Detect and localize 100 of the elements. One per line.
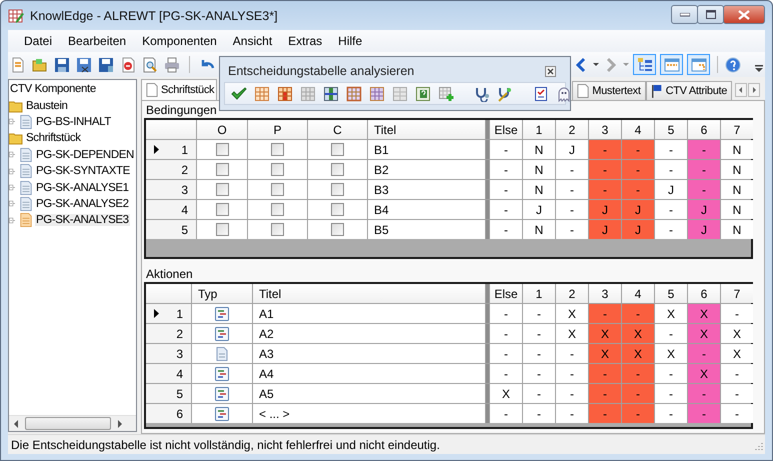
grid-icon[interactable] bbox=[254, 86, 270, 102]
menu-item[interactable]: Extras bbox=[280, 34, 330, 48]
table-cell: - bbox=[490, 344, 522, 363]
tree-item[interactable]: PG-SK-DEPENDEN bbox=[35, 148, 135, 161]
checkbox[interactable] bbox=[271, 203, 284, 216]
tree-item[interactable]: CTV Komponente bbox=[9, 83, 97, 96]
table-cell: X bbox=[688, 364, 720, 383]
maximize-button[interactable] bbox=[697, 5, 724, 24]
menu-item[interactable]: Komponenten bbox=[134, 34, 225, 48]
row-header[interactable]: 3 bbox=[146, 344, 191, 363]
row-header[interactable]: 2 bbox=[146, 160, 196, 179]
menu-item[interactable]: Ansicht bbox=[224, 34, 280, 48]
group-label: Bedingungen bbox=[145, 103, 218, 117]
table-cell: N bbox=[523, 140, 555, 159]
checkbox[interactable] bbox=[331, 143, 344, 156]
menu-item[interactable]: Bearbeiten bbox=[60, 34, 134, 48]
expander-icon[interactable] bbox=[9, 199, 15, 208]
tree-item[interactable]: PG-BS-INHALT bbox=[35, 116, 112, 128]
layout-button[interactable] bbox=[687, 54, 710, 75]
layout-icon bbox=[664, 56, 680, 72]
row-header[interactable]: 5 bbox=[146, 220, 196, 239]
row-header[interactable]: 6 bbox=[146, 404, 191, 423]
grid-add-icon[interactable] bbox=[438, 86, 454, 102]
table-cell: - bbox=[490, 364, 522, 383]
expander-icon[interactable] bbox=[9, 117, 15, 126]
tree-view-button[interactable] bbox=[633, 54, 656, 75]
row-header[interactable]: 1 bbox=[146, 304, 191, 323]
checkbox[interactable] bbox=[271, 163, 284, 176]
table-cell: - bbox=[490, 140, 522, 159]
save-icon[interactable] bbox=[54, 56, 70, 72]
tab[interactable]: CTV Attribute bbox=[646, 81, 732, 100]
checkbox[interactable] bbox=[331, 183, 344, 196]
grid-icon[interactable] bbox=[369, 86, 385, 102]
table-cell: N bbox=[721, 220, 753, 239]
minimize-button[interactable] bbox=[671, 5, 698, 24]
stethoscope-wand-icon[interactable] bbox=[497, 86, 513, 102]
row-header[interactable]: 2 bbox=[146, 324, 191, 343]
checklist-icon[interactable] bbox=[533, 86, 549, 102]
checkbox[interactable] bbox=[216, 223, 228, 236]
checkbox[interactable] bbox=[216, 163, 228, 176]
tree-item[interactable]: Schriftstück bbox=[25, 132, 82, 144]
checkbox[interactable] bbox=[216, 143, 228, 156]
checkbox[interactable] bbox=[216, 203, 228, 216]
checkbox[interactable] bbox=[271, 143, 284, 156]
overflow-icon[interactable] bbox=[755, 64, 763, 72]
row-header[interactable]: 4 bbox=[146, 200, 196, 219]
open-folder-icon[interactable] bbox=[32, 56, 48, 72]
row-number: 3 bbox=[176, 346, 183, 360]
checkbox[interactable] bbox=[271, 183, 284, 196]
row-header[interactable]: 3 bbox=[146, 180, 196, 199]
expander-icon[interactable] bbox=[9, 183, 15, 192]
tree-item[interactable]: PG-SK-ANALYSE3 bbox=[35, 214, 130, 226]
row-header[interactable]: 5 bbox=[146, 384, 191, 403]
checkbox[interactable] bbox=[271, 223, 284, 236]
tree-item[interactable]: PG-SK-ANALYSE1 bbox=[35, 182, 130, 194]
scroll-right-icon[interactable] bbox=[117, 420, 123, 428]
column-header: 7 bbox=[721, 284, 753, 303]
expander-icon[interactable] bbox=[9, 166, 15, 176]
tree-item[interactable]: PG-SK-SYNTAXTE bbox=[35, 165, 131, 178]
delete-icon[interactable] bbox=[120, 56, 136, 72]
horizontal-scrollbar[interactable] bbox=[9, 415, 136, 431]
help-icon[interactable] bbox=[725, 56, 741, 72]
printer-icon[interactable] bbox=[164, 56, 180, 72]
save-icon[interactable] bbox=[98, 56, 114, 72]
scroll-left-icon[interactable] bbox=[13, 420, 19, 428]
expander-icon[interactable] bbox=[9, 216, 15, 225]
table-cell: - bbox=[556, 160, 588, 179]
menu-item[interactable]: Hilfe bbox=[330, 34, 370, 48]
tab[interactable]: Mustertext bbox=[572, 81, 646, 100]
tab[interactable]: Schriftstück bbox=[141, 79, 218, 100]
close-icon[interactable] bbox=[545, 66, 556, 76]
table-cell: J bbox=[655, 180, 687, 199]
row-header[interactable]: 4 bbox=[146, 364, 191, 383]
row-number: 5 bbox=[176, 386, 183, 400]
folder-icon bbox=[9, 131, 23, 146]
ghost-icon[interactable] bbox=[556, 86, 572, 102]
preview-icon[interactable] bbox=[142, 56, 158, 72]
row-header[interactable]: 1 bbox=[146, 140, 196, 159]
caret-icon[interactable] bbox=[593, 62, 599, 66]
stethoscope-icon[interactable] bbox=[474, 86, 490, 102]
table-cell: - bbox=[622, 404, 654, 423]
expander-icon[interactable] bbox=[9, 150, 15, 160]
grid-icon[interactable] bbox=[346, 86, 362, 102]
close-button[interactable] bbox=[723, 5, 765, 24]
grid-icon[interactable] bbox=[323, 86, 339, 102]
scroll-right-icon[interactable] bbox=[748, 83, 760, 97]
grid-icon[interactable] bbox=[277, 86, 293, 102]
menu-item[interactable]: Datei bbox=[16, 34, 60, 48]
checkbox[interactable] bbox=[331, 223, 344, 236]
row-number: 1 bbox=[181, 142, 188, 156]
grid-help-icon[interactable] bbox=[415, 86, 431, 102]
scroll-left-icon[interactable] bbox=[735, 83, 748, 97]
checkbox[interactable] bbox=[331, 203, 344, 216]
tree-item[interactable]: PG-SK-ANALYSE2 bbox=[35, 198, 130, 210]
checkbox[interactable] bbox=[216, 183, 228, 196]
save-icon[interactable] bbox=[76, 56, 92, 72]
checkbox[interactable] bbox=[331, 163, 344, 176]
tree-item[interactable]: Baustein bbox=[25, 100, 69, 112]
layout-button[interactable] bbox=[660, 54, 683, 75]
new-document-icon[interactable] bbox=[10, 56, 26, 72]
